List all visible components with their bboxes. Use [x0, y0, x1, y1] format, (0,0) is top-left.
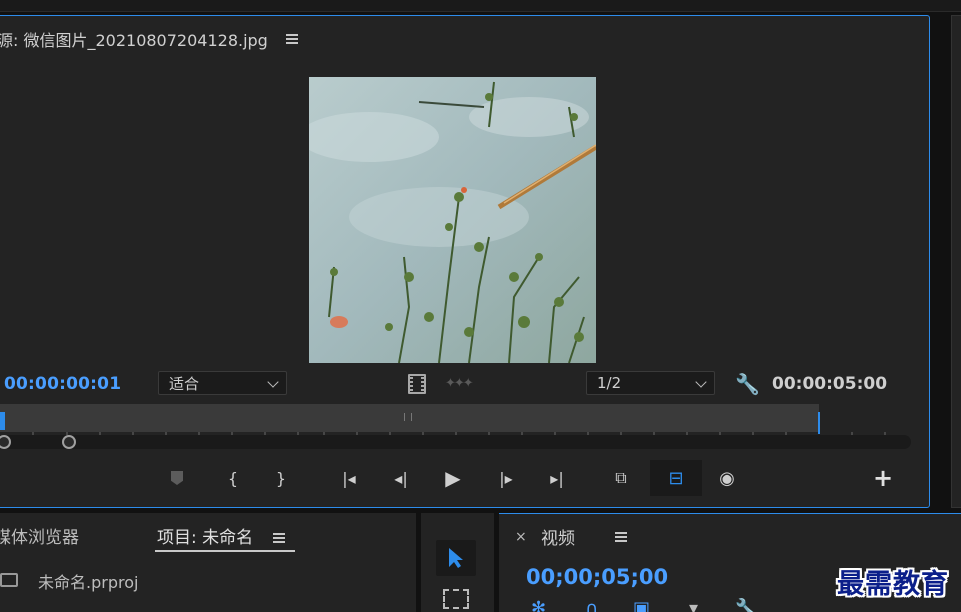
monitor-controls-row: 00:00:00:01 适合 ✦✦✦ 1/2 🔧 00:00:05:00	[0, 368, 931, 400]
mark-out-button[interactable]: }	[263, 460, 299, 496]
source-monitor-header: 源: 微信图片_20210807204128.jpg	[0, 28, 298, 50]
overwrite-icon: ⊟	[668, 467, 684, 489]
go-to-in-icon: |◂	[342, 468, 356, 488]
tab-project-label: 项目: 未命名	[157, 528, 254, 548]
top-strip	[0, 0, 961, 12]
play-button[interactable]: ▶	[435, 460, 471, 496]
overwrite-button[interactable]: ⊟	[650, 460, 702, 496]
playback-resolution-value: 1/2	[597, 374, 622, 392]
export-frame-button[interactable]: ◉	[709, 460, 745, 496]
zoom-scrollbar[interactable]	[0, 435, 911, 449]
insert-icon: ⧉	[615, 468, 627, 487]
snap-icon[interactable]: ✻	[531, 598, 546, 612]
video-preview	[309, 77, 596, 363]
marker-icon	[171, 471, 183, 485]
timeline-timecode[interactable]: 00;00;05;00	[526, 565, 668, 589]
tab-project[interactable]: 项目: 未命名	[157, 523, 285, 548]
chevron-down-icon	[695, 376, 707, 388]
project-panel: 媒体浏览器 项目: 未命名 未命名.prproj	[0, 513, 416, 612]
playback-resolution-select[interactable]: 1/2	[586, 371, 715, 395]
active-tab-underline	[155, 550, 295, 552]
panel-menu-icon[interactable]	[272, 533, 285, 543]
mark-out-icon: }	[275, 468, 287, 488]
chevron-down-icon	[267, 376, 279, 388]
insert-button[interactable]: ⧉	[603, 460, 639, 496]
step-forward-icon: |▸	[499, 468, 513, 488]
timeline-tab-title[interactable]: 视频	[541, 524, 575, 549]
program-monitor-edge	[951, 15, 961, 508]
close-icon[interactable]: ×	[515, 529, 527, 545]
playhead[interactable]	[0, 412, 5, 430]
duration-timecode: 00:00:05:00	[772, 374, 888, 394]
mark-in-icon: {	[227, 468, 239, 488]
zoom-scrollbar-right-handle[interactable]	[62, 435, 76, 449]
wrench-icon[interactable]: 🔧	[735, 598, 757, 612]
step-back-icon: ◂|	[394, 468, 408, 488]
linked-selection-icon[interactable]: ∩	[585, 598, 598, 612]
plus-icon: +	[872, 464, 894, 492]
tab-media-browser[interactable]: 媒体浏览器	[0, 523, 79, 548]
panel-menu-icon[interactable]	[285, 34, 298, 44]
drag-video-only-icon[interactable]	[408, 374, 426, 394]
drag-audio-only-icon[interactable]: ✦✦✦	[445, 376, 474, 391]
camera-icon: ◉	[719, 467, 735, 489]
source-monitor-panel: 源: 微信图片_20210807204128.jpg 00:00:00:01 适…	[0, 15, 930, 508]
panel-menu-icon[interactable]	[615, 532, 627, 542]
ruler-midpoint-mark	[404, 413, 412, 421]
step-back-button[interactable]: ◂|	[383, 460, 419, 496]
add-marker-icon[interactable]: ▣	[633, 598, 650, 612]
current-timecode[interactable]: 00:00:00:01	[4, 374, 121, 394]
button-editor-button[interactable]: +	[865, 460, 901, 496]
selection-tool-button[interactable]	[436, 540, 476, 576]
watermark-logo: 最需教育	[837, 569, 949, 600]
project-file-name[interactable]: 未命名.prproj	[38, 569, 138, 593]
go-to-out-button[interactable]: ▸|	[539, 460, 575, 496]
play-icon: ▶	[445, 466, 461, 490]
tools-panel	[421, 513, 494, 612]
mark-in-button[interactable]: {	[215, 460, 251, 496]
wrench-icon[interactable]: 🔧	[735, 372, 760, 396]
go-to-in-button[interactable]: |◂	[331, 460, 367, 496]
go-to-out-icon: ▸|	[550, 468, 564, 488]
source-monitor-title[interactable]: 源: 微信图片_20210807204128.jpg	[0, 27, 268, 51]
zoom-level-select[interactable]: 适合	[158, 371, 287, 395]
ruler-end-mark	[818, 412, 820, 434]
step-forward-button[interactable]: |▸	[488, 460, 524, 496]
add-marker-button[interactable]	[159, 460, 195, 496]
track-select-tool-icon[interactable]	[443, 589, 469, 609]
folder-icon	[0, 573, 18, 587]
zoom-level-value: 适合	[169, 374, 200, 393]
selection-arrow-icon	[449, 548, 463, 568]
marker-icon[interactable]: ▾	[689, 598, 698, 612]
transport-controls: { } |◂ ◂| ▶ |▸ ▸| ⧉ ⊟ ◉ +	[0, 460, 931, 500]
